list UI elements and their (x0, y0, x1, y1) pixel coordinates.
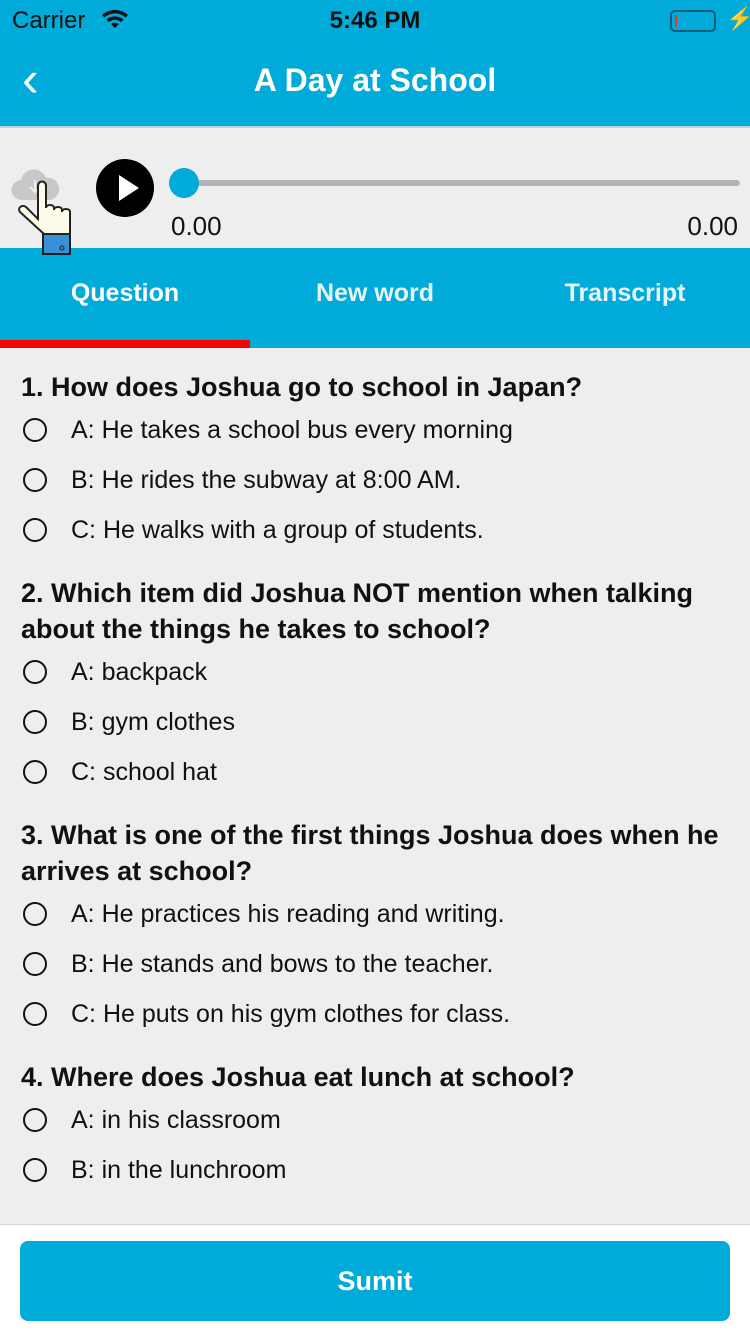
question-1: 1. How does Joshua go to school in Japan… (21, 369, 750, 555)
option-label: B: gym clothes (71, 707, 235, 736)
radio-button[interactable] (23, 468, 47, 492)
question-list: 1. How does Joshua go to school in Japan… (0, 348, 750, 1215)
tab-transcript[interactable]: Transcript (500, 248, 750, 348)
option-label: C: He walks with a group of students. (71, 515, 484, 544)
question-text: 1. How does Joshua go to school in Japan… (21, 372, 583, 402)
battery-icon (670, 10, 716, 32)
tab-new-word[interactable]: New word (250, 248, 500, 348)
clock: 5:46 PM (329, 7, 421, 34)
radio-button[interactable] (23, 518, 47, 542)
answer-option[interactable]: B: He stands and bows to the teacher. (21, 939, 750, 989)
audio-player: 0.00 0.00 (0, 128, 750, 255)
radio-button[interactable] (23, 760, 47, 784)
pointing-hand-icon (18, 180, 71, 255)
option-label: A: backpack (71, 657, 208, 686)
radio-button[interactable] (23, 952, 47, 976)
question-4: 4. Where does Joshua eat lunch at school… (21, 1059, 750, 1195)
charging-icon: ⚡ (726, 6, 750, 31)
answer-option[interactable]: A: He practices his reading and writing. (21, 889, 750, 939)
option-label: B: He rides the subway at 8:00 AM. (71, 465, 462, 494)
tab-label: New word (315, 279, 435, 307)
answer-option[interactable]: C: He puts on his gym clothes for class. (21, 989, 750, 1039)
tab-label: Transcript (564, 279, 686, 307)
total-time: 0.00 (687, 211, 738, 241)
option-label: A: He practices his reading and writing. (71, 899, 505, 928)
option-label: A: He takes a school bus every morning (71, 415, 513, 444)
radio-button[interactable] (23, 1002, 47, 1026)
nav-bar: ‹ A Day at School (0, 40, 750, 128)
question-2: 2. Which item did Joshua NOT mention whe… (21, 575, 750, 797)
option-label: A: in his classroom (71, 1105, 281, 1134)
answer-option[interactable]: A: He takes a school bus every morning (21, 405, 750, 455)
radio-button[interactable] (23, 1158, 47, 1182)
progress-thumb[interactable] (169, 168, 199, 198)
answer-option[interactable]: C: He walks with a group of students. (21, 505, 750, 555)
tab-label: Question (70, 279, 180, 307)
answer-option[interactable]: B: He rides the subway at 8:00 AM. (21, 455, 750, 505)
question-3: 3. What is one of the first things Joshu… (21, 817, 750, 1039)
answer-option[interactable]: A: in his classroom (21, 1095, 750, 1145)
question-text: 3. What is one of the first things Joshu… (21, 820, 719, 886)
option-label: B: He stands and bows to the teacher. (71, 949, 494, 978)
tab-bar: Question New word Transcript (0, 248, 750, 348)
radio-button[interactable] (23, 418, 47, 442)
radio-button[interactable] (23, 902, 47, 926)
active-tab-indicator (0, 340, 250, 348)
question-text: 2. Which item did Joshua NOT mention whe… (21, 578, 694, 644)
progress-track[interactable] (184, 180, 740, 186)
option-label: B: in the lunchroom (71, 1155, 287, 1184)
page-title: A Day at School (253, 62, 497, 98)
play-button[interactable] (96, 159, 154, 217)
answer-option[interactable]: C: school hat (21, 747, 750, 797)
answer-option[interactable]: A: backpack (21, 647, 750, 697)
bottom-bar: Sumit (0, 1224, 750, 1334)
current-time: 0.00 (171, 211, 222, 241)
option-label: C: He puts on his gym clothes for class. (71, 999, 511, 1028)
tab-question[interactable]: Question (0, 248, 250, 348)
radio-button[interactable] (23, 660, 47, 684)
radio-button[interactable] (23, 710, 47, 734)
submit-button[interactable]: Sumit (20, 1241, 730, 1321)
status-bar: Carrier 5:46 PM ⚡ (0, 0, 750, 40)
answer-option[interactable]: B: gym clothes (21, 697, 750, 747)
answer-option[interactable]: B: in the lunchroom (21, 1145, 750, 1195)
radio-button[interactable] (23, 1108, 47, 1132)
option-label: C: school hat (71, 757, 217, 786)
question-text: 4. Where does Joshua eat lunch at school… (21, 1062, 575, 1092)
